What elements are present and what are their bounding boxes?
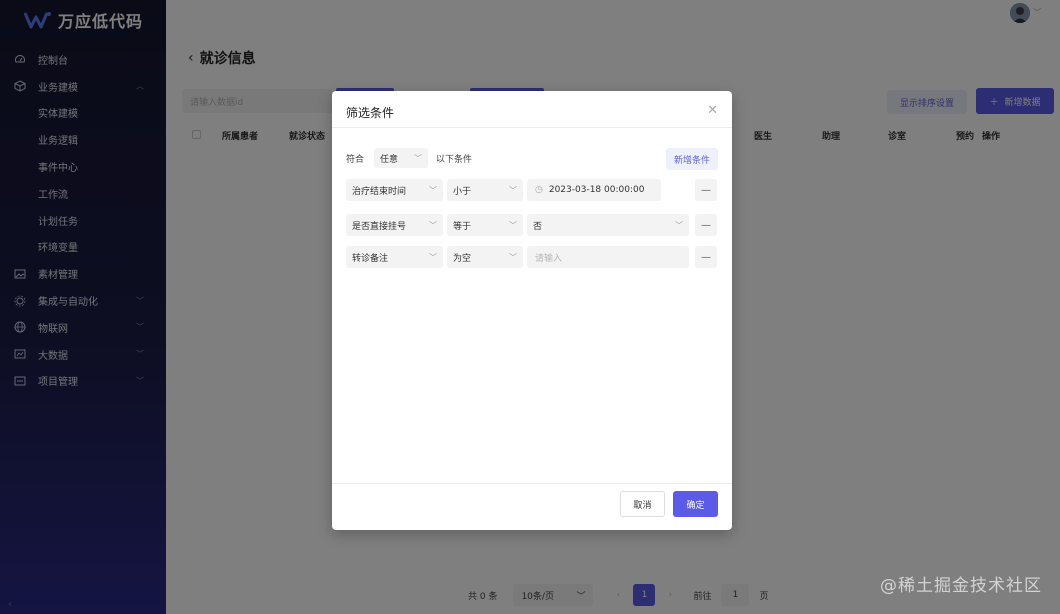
- divider: [332, 127, 732, 128]
- operator-select[interactable]: 小于 ﹀: [447, 179, 523, 201]
- add-condition-button[interactable]: 新增条件: [666, 148, 718, 170]
- text-value-input[interactable]: 请输入: [527, 246, 689, 268]
- close-icon[interactable]: ✕: [707, 103, 718, 118]
- field-value: 是否直接挂号: [352, 221, 407, 232]
- operator-select[interactable]: 为空 ﹀: [447, 246, 523, 268]
- chevron-down-icon: ﹀: [509, 220, 517, 230]
- field-value: 治疗结束时间: [352, 186, 407, 197]
- clock-icon: ◷: [535, 185, 543, 195]
- condition-row: 治疗结束时间 ﹀ 小于 ﹀ ◷ 2023-03-18 00:00:00 —: [346, 179, 718, 201]
- chevron-down-icon: ﹀: [414, 153, 423, 163]
- filter-dialog: 筛选条件 ✕ 符合 任意 ﹀ 以下条件 新增条件 治疗结束时间 ﹀ 小于 ﹀ ◷…: [332, 91, 732, 530]
- condition-row: 转诊备注 ﹀ 为空 ﹀ 请输入 —: [346, 246, 718, 268]
- field-select[interactable]: 是否直接挂号 ﹀: [346, 214, 443, 236]
- match-mode-value: 任意: [380, 154, 399, 165]
- operator-select[interactable]: 等于 ﹀: [447, 214, 523, 236]
- match-mode-row: 符合 任意 ﹀ 以下条件: [346, 148, 472, 168]
- value-select-value: 否: [533, 221, 543, 232]
- chevron-down-icon: ﹀: [429, 220, 437, 230]
- divider: [332, 483, 732, 484]
- chevron-down-icon: ﹀: [509, 185, 517, 195]
- field-select[interactable]: 转诊备注 ﹀: [346, 246, 443, 268]
- operator-value: 小于: [453, 186, 472, 197]
- operator-value: 为空: [453, 253, 472, 264]
- remove-condition-button[interactable]: —: [695, 214, 717, 236]
- confirm-button[interactable]: 确定: [673, 491, 718, 517]
- remove-condition-button[interactable]: —: [695, 179, 717, 201]
- match-mode-select[interactable]: 任意 ﹀: [374, 148, 429, 168]
- datetime-input[interactable]: ◷ 2023-03-18 00:00:00: [527, 179, 661, 201]
- dialog-title: 筛选条件: [346, 106, 395, 120]
- remove-condition-button[interactable]: —: [695, 246, 717, 268]
- operator-value: 等于: [453, 221, 472, 232]
- chevron-down-icon: ﹀: [509, 252, 517, 262]
- match-suffix: 以下条件: [436, 154, 473, 165]
- match-prefix: 符合: [346, 154, 365, 165]
- condition-row: 是否直接挂号 ﹀ 等于 ﹀ 否 ﹀ —: [346, 214, 718, 236]
- chevron-down-icon: ﹀: [675, 220, 683, 230]
- value-select[interactable]: 否 ﹀: [527, 214, 689, 236]
- cancel-button[interactable]: 取消: [620, 491, 665, 517]
- chevron-down-icon: ﹀: [429, 185, 437, 195]
- field-value: 转诊备注: [352, 253, 389, 264]
- watermark: @稀土掘金技术社区: [880, 576, 1042, 596]
- datetime-value: 2023-03-18 00:00:00: [548, 185, 645, 195]
- chevron-down-icon: ﹀: [429, 252, 437, 262]
- field-select[interactable]: 治疗结束时间 ﹀: [346, 179, 443, 201]
